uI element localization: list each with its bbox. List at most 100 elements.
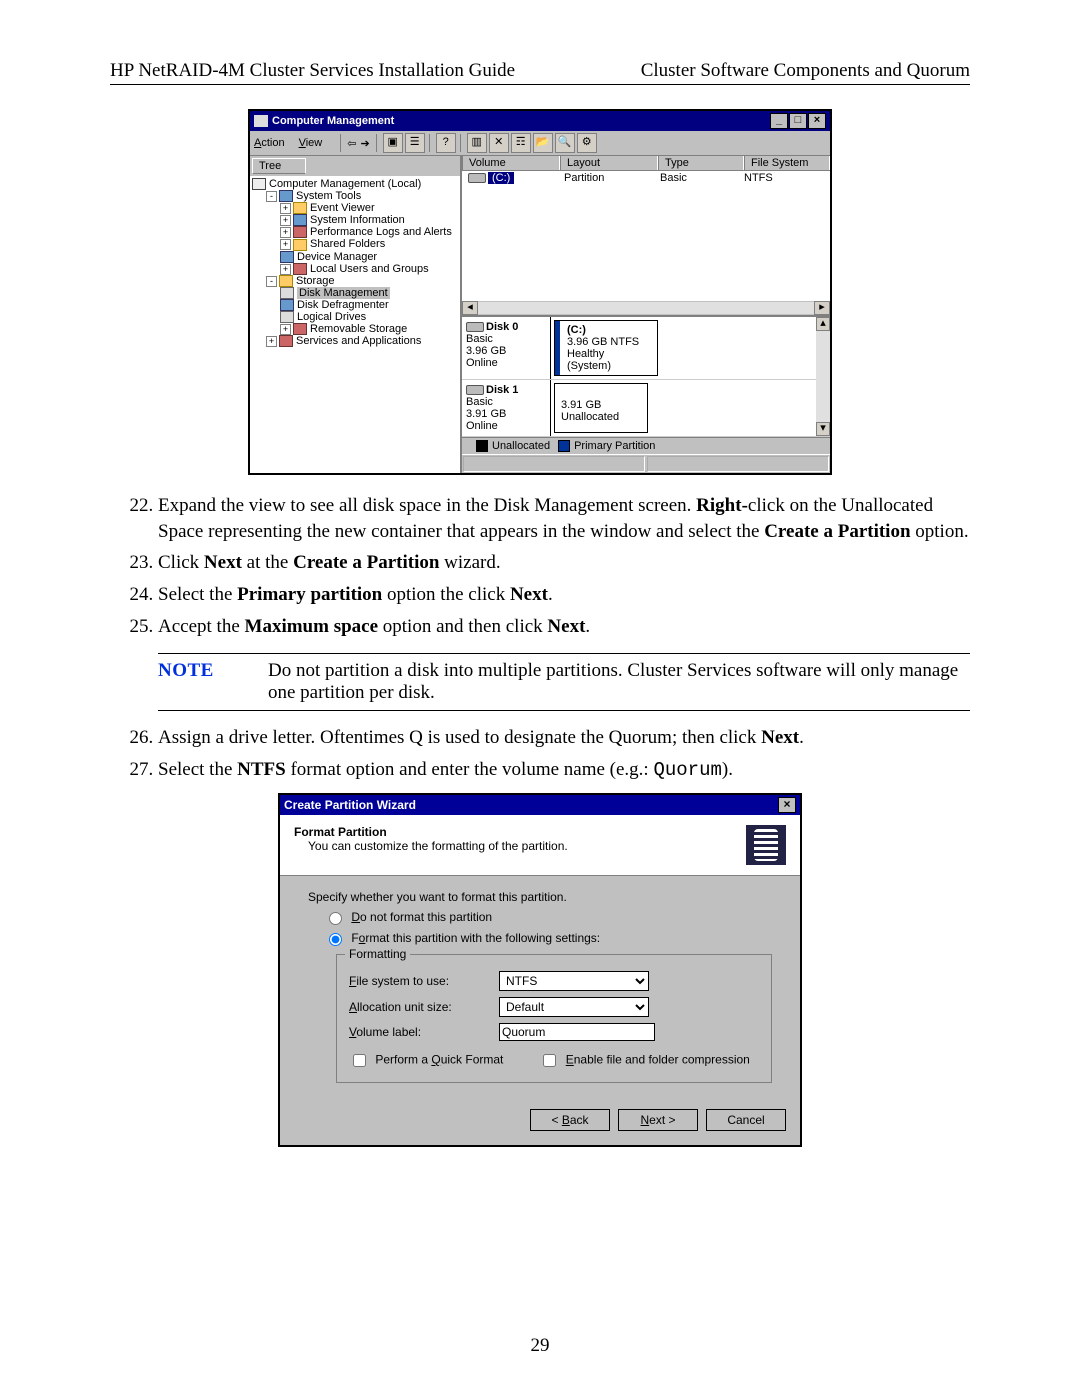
running-header: HP NetRAID-4M Cluster Services Installat… (110, 60, 970, 85)
toolbar-button[interactable]: ☶ (511, 133, 531, 153)
step-23: Click Next at the Create a Partition wiz… (158, 550, 970, 576)
disk-row-1[interactable]: Disk 1 Basic 3.91 GB Online 3.91 GB Unal… (462, 380, 830, 437)
wizard-close-button[interactable]: × (778, 797, 796, 813)
col-filesystem[interactable]: File System (744, 156, 830, 170)
col-layout[interactable]: Layout (560, 156, 658, 170)
wizard-header-subtitle: You can customize the formatting of the … (294, 839, 568, 853)
volume-list-header: Volume Layout Type File System (462, 156, 830, 171)
toolbar-button[interactable]: 📂 (533, 133, 553, 153)
toolbar-button[interactable]: ? (436, 133, 456, 153)
back-icon[interactable]: ⇦ (347, 137, 356, 150)
checkbox-quick-format[interactable]: Perform a Quick Format (349, 1051, 503, 1070)
create-partition-wizard: Create Partition Wizard × Format Partiti… (278, 793, 802, 1147)
tree-system-info[interactable]: +System Information (252, 214, 458, 226)
menu-action[interactable]: AActionction (254, 137, 285, 149)
close-button[interactable]: × (808, 113, 826, 129)
toolbar-button[interactable]: 🔍 (555, 133, 575, 153)
volume-label-input[interactable] (499, 1023, 655, 1041)
drive-icon (280, 311, 294, 323)
volume-fs: NTFS (738, 171, 830, 185)
tree-pane: Tree Computer Management (Local) -System… (250, 156, 462, 473)
disk-row-0[interactable]: Disk 0 Basic 3.96 GB Online (C:) 3.96 GB… (462, 317, 830, 380)
part-status: Healthy (System) (567, 348, 611, 372)
note-text: Do not partition a disk into multiple pa… (268, 660, 970, 704)
tree-storage[interactable]: -Storage (252, 275, 458, 287)
file-system-select[interactable]: NTFS (499, 971, 649, 991)
part-title: (C:) (567, 324, 586, 336)
tree-logical-drives[interactable]: Logical Drives (252, 311, 458, 323)
legend-swatch-primary (558, 440, 570, 452)
tree-system-tools[interactable]: -System Tools (252, 190, 458, 202)
minimize-button[interactable]: _ (770, 113, 788, 129)
maximize-button[interactable]: □ (789, 113, 807, 129)
disk-stack-icon (746, 825, 786, 865)
drive-icon (468, 173, 486, 183)
folder-icon (293, 239, 307, 251)
removable-icon (293, 323, 307, 335)
tree-event-viewer[interactable]: +Event Viewer (252, 202, 458, 214)
device-icon (280, 251, 294, 263)
partition-unallocated[interactable]: 3.91 GB Unallocated (554, 383, 648, 433)
next-button[interactable]: Next > (618, 1109, 698, 1131)
storage-icon (279, 275, 293, 287)
disk-legend: Unallocated Primary Partition (462, 437, 830, 454)
checkbox-enable-compression[interactable]: Enable file and folder compression (539, 1051, 749, 1070)
menu-view[interactable]: View (299, 137, 323, 149)
col-volume[interactable]: Volume (462, 156, 560, 170)
step-27: Select the NTFS format option and enter … (158, 757, 970, 784)
volume-type: Basic (654, 171, 738, 185)
header-right: Cluster Software Components and Quorum (641, 60, 970, 82)
scroll-left-icon[interactable]: ◂ (462, 301, 478, 315)
partition-c[interactable]: (C:) 3.96 GB NTFS Healthy (System) (554, 320, 658, 376)
scroll-right-icon[interactable]: ▸ (814, 301, 830, 315)
tree-services-apps[interactable]: +Services and Applications (252, 335, 458, 347)
label-volume-label: Volume label: (349, 1025, 499, 1039)
step-25: Accept the Maximum space option and then… (158, 614, 970, 640)
part-size: 3.91 GB (561, 399, 601, 411)
legend-unallocated: Unallocated (492, 440, 550, 452)
statusbar (462, 454, 830, 473)
window-title: Computer Management (272, 115, 394, 127)
perf-icon (293, 226, 307, 238)
volume-row[interactable]: (C:) Partition Basic NTFS (462, 171, 830, 185)
toolbar-button[interactable]: ⚙ (577, 133, 597, 153)
back-button[interactable]: < Back (530, 1109, 610, 1131)
disk-label: Disk 1 (486, 384, 518, 396)
forward-icon[interactable]: ➔ (360, 137, 369, 150)
vertical-scrollbar[interactable]: ▴ ▾ (816, 317, 830, 436)
legend-primary: Primary Partition (574, 440, 655, 452)
horizontal-scrollbar[interactable]: ◂ ▸ (462, 301, 830, 315)
folder-icon (293, 202, 307, 214)
tree-perf-logs[interactable]: +Performance Logs and Alerts (252, 226, 458, 238)
tree-root[interactable]: Computer Management (Local) (252, 178, 458, 190)
toolbar-button[interactable]: ▥ (467, 133, 487, 153)
toolbar-button[interactable]: ▣ (383, 133, 403, 153)
formatting-group: Formatting File system to use: NTFS File… (336, 954, 772, 1083)
disk-size: 3.96 GB (466, 345, 506, 357)
toolbar-button[interactable]: ☰ (405, 133, 425, 153)
allocation-unit-select[interactable]: Default (499, 997, 649, 1017)
tree-shared-folders[interactable]: +Shared Folders (252, 238, 458, 250)
tree-tab[interactable]: Tree (252, 158, 306, 174)
titlebar: Computer Management _□× (250, 111, 830, 131)
header-left: HP NetRAID-4M Cluster Services Installat… (110, 60, 515, 82)
monitor-icon (254, 115, 268, 127)
scroll-down-icon[interactable]: ▾ (816, 422, 830, 436)
radio-do-not-format[interactable]: Do not format this partition (324, 910, 492, 924)
toolbar-button[interactable]: ✕ (489, 133, 509, 153)
tree-removable[interactable]: +Removable Storage (252, 323, 458, 335)
wizard-header-title: Format Partition (294, 825, 387, 839)
scroll-up-icon[interactable]: ▴ (816, 317, 830, 331)
radio-format-with-settings[interactable]: Format this partition with the following… (324, 931, 600, 945)
tree-device-manager[interactable]: Device Manager (252, 251, 458, 263)
disk-pane: Disk 0 Basic 3.96 GB Online (C:) 3.96 GB… (462, 315, 830, 454)
label-file-system: File system to use: (349, 974, 499, 988)
disk-kind: Basic (466, 333, 493, 345)
volume-name: (C:) (488, 172, 514, 184)
tree-defragmenter[interactable]: Disk Defragmenter (252, 299, 458, 311)
col-type[interactable]: Type (658, 156, 744, 170)
tree-local-users[interactable]: +Local Users and Groups (252, 263, 458, 275)
cancel-button[interactable]: Cancel (706, 1109, 786, 1131)
tree-disk-management[interactable]: Disk Management (252, 287, 458, 299)
label-allocation-unit: Allocation unit size: (349, 1000, 499, 1014)
